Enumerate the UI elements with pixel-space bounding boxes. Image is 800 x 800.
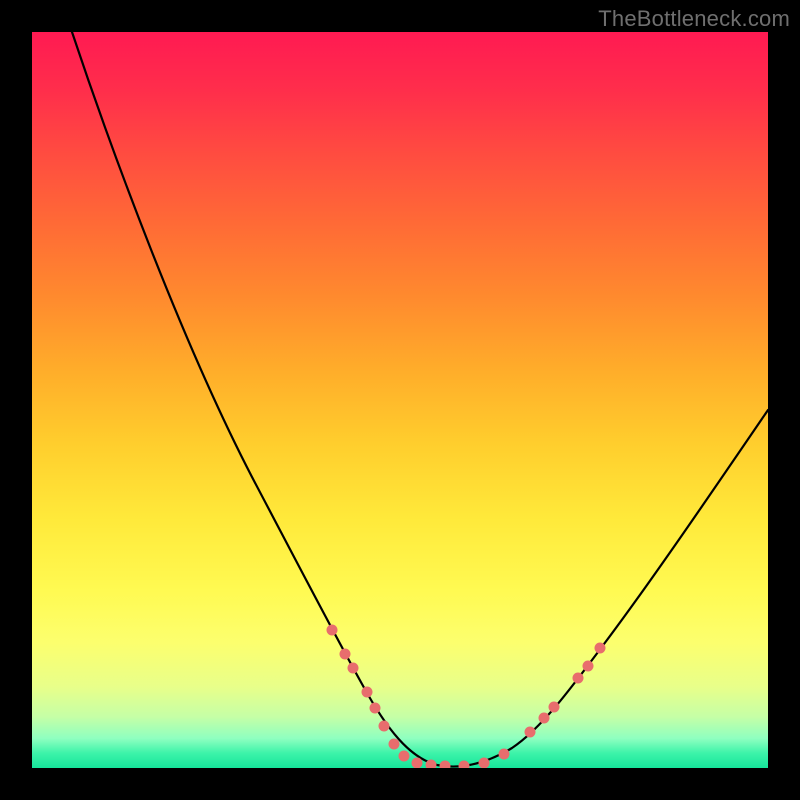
watermark-label: TheBottleneck.com [598, 6, 790, 32]
chart-frame: TheBottleneck.com [0, 0, 800, 800]
curve-svg [32, 32, 768, 768]
bottleneck-curve [72, 32, 768, 767]
marker-segments [352, 661, 592, 766]
plot-area [32, 32, 768, 768]
